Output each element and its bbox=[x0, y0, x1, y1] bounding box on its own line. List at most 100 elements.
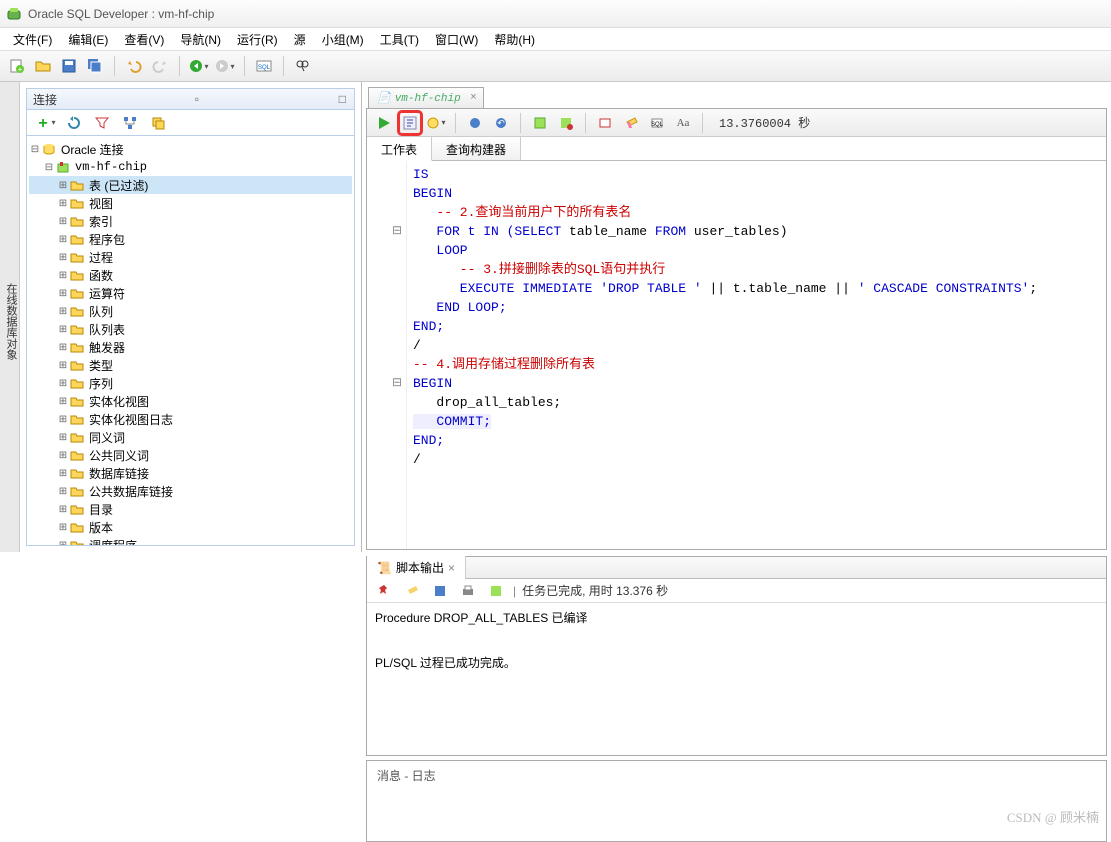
rollback-icon[interactable]: ↶ bbox=[490, 112, 512, 134]
close-icon[interactable]: × bbox=[448, 561, 455, 575]
sql-tuning-icon[interactable] bbox=[594, 112, 616, 134]
close-icon[interactable]: □ bbox=[337, 92, 348, 106]
pin-icon[interactable] bbox=[373, 580, 395, 602]
output-body[interactable]: Procedure DROP_ALL_TABLES 已编译 PL/SQL 过程已… bbox=[367, 603, 1106, 755]
tree-item[interactable]: ⊞队列 bbox=[29, 302, 352, 320]
tree-item[interactable]: ⊞实体化视图 bbox=[29, 392, 352, 410]
autotrace-icon[interactable] bbox=[529, 112, 551, 134]
connections-tree[interactable]: ⊟ Oracle 连接 ⊟ vm-hf-chip ⊞表 (已过滤)⊞视图⊞索引⊞… bbox=[26, 136, 355, 546]
tree-item[interactable]: ⊞触发器 bbox=[29, 338, 352, 356]
tree-item[interactable]: ⊞同义词 bbox=[29, 428, 352, 446]
close-icon[interactable]: × bbox=[470, 92, 477, 104]
expand-icon[interactable]: ⊞ bbox=[57, 378, 69, 389]
expand-icon[interactable]: ⊞ bbox=[57, 504, 69, 515]
tree-item[interactable]: ⊞调度程序 bbox=[29, 536, 352, 546]
expand-icon[interactable]: ⊞ bbox=[57, 216, 69, 227]
expand-icon[interactable]: ⊞ bbox=[57, 396, 69, 407]
menu-tools[interactable]: 工具(T) bbox=[373, 29, 426, 50]
print-icon[interactable] bbox=[457, 580, 479, 602]
minimize-icon[interactable]: ▫ bbox=[193, 92, 201, 106]
expand-icon[interactable]: ⊞ bbox=[57, 252, 69, 263]
script-icon[interactable] bbox=[485, 580, 507, 602]
case-icon[interactable]: Aa bbox=[672, 112, 694, 134]
save-icon[interactable] bbox=[58, 55, 80, 77]
tree-icon[interactable] bbox=[119, 112, 141, 134]
output-tab[interactable]: 📜 脚本输出 × bbox=[367, 556, 466, 579]
run-icon[interactable] bbox=[373, 112, 395, 134]
saveall-icon[interactable] bbox=[84, 55, 106, 77]
sql-icon[interactable]: SQL bbox=[253, 55, 275, 77]
filter-icon[interactable] bbox=[91, 112, 113, 134]
run-script-icon[interactable] bbox=[399, 112, 421, 134]
menu-run[interactable]: 运行(R) bbox=[230, 29, 285, 50]
add-conn-icon[interactable]: + bbox=[35, 112, 57, 134]
tree-item[interactable]: ⊞视图 bbox=[29, 194, 352, 212]
menu-view[interactable]: 查看(V) bbox=[117, 29, 171, 50]
tree-item[interactable]: ⊞索引 bbox=[29, 212, 352, 230]
expand-icon[interactable]: ⊞ bbox=[57, 432, 69, 443]
menu-help[interactable]: 帮助(H) bbox=[487, 29, 542, 50]
tree-item[interactable]: ⊞数据库链接 bbox=[29, 464, 352, 482]
tree-item[interactable]: ⊞函数 bbox=[29, 266, 352, 284]
expand-icon[interactable]: ⊞ bbox=[57, 270, 69, 281]
tree-item[interactable]: ⊞实体化视图日志 bbox=[29, 410, 352, 428]
query-builder-tab[interactable]: 查询构建器 bbox=[432, 137, 521, 160]
code-editor[interactable]: IS BEGIN -- 2.查询当前用户下的所有表名 FOR t IN (SEL… bbox=[407, 161, 1106, 549]
expand-icon[interactable]: ⊞ bbox=[57, 450, 69, 461]
expand-icon[interactable]: ⊞ bbox=[57, 360, 69, 371]
tree-root[interactable]: ⊟ Oracle 连接 bbox=[29, 140, 352, 158]
tree-item[interactable]: ⊞序列 bbox=[29, 374, 352, 392]
menu-team[interactable]: 小组(M) bbox=[315, 29, 371, 50]
expand-icon[interactable]: ⊞ bbox=[57, 540, 69, 547]
tree-item[interactable]: ⊞程序包 bbox=[29, 230, 352, 248]
autotrace2-icon[interactable] bbox=[555, 112, 577, 134]
tree-item[interactable]: ⊞版本 bbox=[29, 518, 352, 536]
conn-vm-hf-chip[interactable]: ⊟ vm-hf-chip bbox=[29, 158, 352, 176]
refresh-icon[interactable] bbox=[63, 112, 85, 134]
expand-icon[interactable]: ⊞ bbox=[57, 468, 69, 479]
menu-window[interactable]: 窗口(W) bbox=[428, 29, 485, 50]
expand-icon[interactable]: ⊟ bbox=[29, 144, 41, 155]
menu-nav[interactable]: 导航(N) bbox=[173, 29, 228, 50]
history-icon[interactable]: SQL bbox=[646, 112, 668, 134]
clear-icon[interactable] bbox=[620, 112, 642, 134]
expand-icon[interactable]: ⊞ bbox=[57, 414, 69, 425]
expand-icon[interactable]: ⊞ bbox=[57, 234, 69, 245]
undo-icon[interactable] bbox=[123, 55, 145, 77]
expand-icon[interactable]: ⊞ bbox=[57, 522, 69, 533]
expand-icon[interactable]: ⊟ bbox=[43, 162, 55, 173]
worksheet-tab[interactable]: 工作表 bbox=[367, 137, 432, 161]
left-gutter-tab[interactable]: 在线数据库对象 bbox=[0, 82, 20, 552]
forward-icon[interactable] bbox=[214, 55, 236, 77]
tree-item[interactable]: ⊞表 (已过滤) bbox=[29, 176, 352, 194]
tree-item[interactable]: ⊞类型 bbox=[29, 356, 352, 374]
expand-icon[interactable]: ⊞ bbox=[57, 306, 69, 317]
commit-icon[interactable] bbox=[464, 112, 486, 134]
clear-icon[interactable] bbox=[401, 580, 423, 602]
tree-item[interactable]: ⊞过程 bbox=[29, 248, 352, 266]
tree-item[interactable]: ⊞公共数据库链接 bbox=[29, 482, 352, 500]
tree-item[interactable]: ⊞队列表 bbox=[29, 320, 352, 338]
open-icon[interactable] bbox=[32, 55, 54, 77]
menu-edit[interactable]: 编辑(E) bbox=[61, 29, 115, 50]
expand-icon[interactable]: ⊞ bbox=[57, 324, 69, 335]
expand-icon[interactable]: ⊞ bbox=[57, 288, 69, 299]
expand-icon[interactable]: ⊞ bbox=[57, 180, 69, 191]
tree-item[interactable]: ⊞运算符 bbox=[29, 284, 352, 302]
explain-icon[interactable] bbox=[425, 112, 447, 134]
copy-icon[interactable] bbox=[147, 112, 169, 134]
tree-item[interactable]: ⊞公共同义词 bbox=[29, 446, 352, 464]
new-icon[interactable]: + bbox=[6, 55, 28, 77]
expand-icon[interactable]: ⊞ bbox=[57, 486, 69, 497]
expand-icon[interactable]: ⊞ bbox=[57, 342, 69, 353]
code-area[interactable]: ⊟⊟ IS BEGIN -- 2.查询当前用户下的所有表名 FOR t IN (… bbox=[367, 161, 1106, 549]
tree-item[interactable]: ⊞目录 bbox=[29, 500, 352, 518]
editor-tab[interactable]: 📄vm-hf-chip × bbox=[368, 87, 484, 108]
menu-source[interactable]: 源 bbox=[287, 29, 313, 50]
expand-icon[interactable]: ⊞ bbox=[57, 198, 69, 209]
back-icon[interactable] bbox=[188, 55, 210, 77]
save-icon[interactable] bbox=[429, 580, 451, 602]
redo-icon[interactable] bbox=[149, 55, 171, 77]
find-icon[interactable] bbox=[292, 55, 314, 77]
menu-file[interactable]: 文件(F) bbox=[6, 29, 59, 50]
